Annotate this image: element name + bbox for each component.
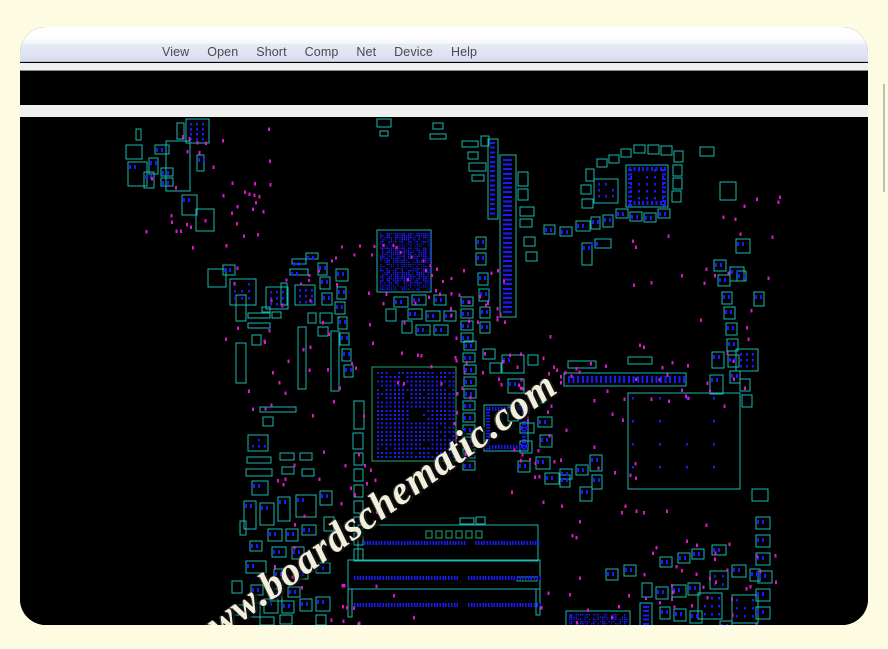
pcb-canvas[interactable]: www.boardschematic.com bbox=[20, 117, 868, 625]
menu-item-comp[interactable]: Comp bbox=[305, 44, 339, 61]
outer-window-scrollbar[interactable] bbox=[883, 84, 885, 192]
title-bar bbox=[20, 27, 868, 44]
menu-bar-underline bbox=[20, 63, 868, 70]
menu-item-view[interactable]: View bbox=[162, 44, 189, 61]
toolbar-separator bbox=[20, 105, 868, 117]
menu-item-open[interactable]: Open bbox=[207, 44, 238, 61]
menu-item-net[interactable]: Net bbox=[356, 44, 376, 61]
pcb-boardview-graphic bbox=[20, 117, 868, 625]
menu-item-device[interactable]: Device bbox=[394, 44, 433, 61]
menu-bar: View Open Short Comp Net Device Help bbox=[20, 44, 868, 62]
menu-item-short[interactable]: Short bbox=[256, 44, 286, 61]
menu-item-help[interactable]: Help bbox=[451, 44, 477, 61]
toolbar[interactable] bbox=[20, 70, 868, 106]
application-window: View Open Short Comp Net Device Help www… bbox=[20, 27, 868, 625]
